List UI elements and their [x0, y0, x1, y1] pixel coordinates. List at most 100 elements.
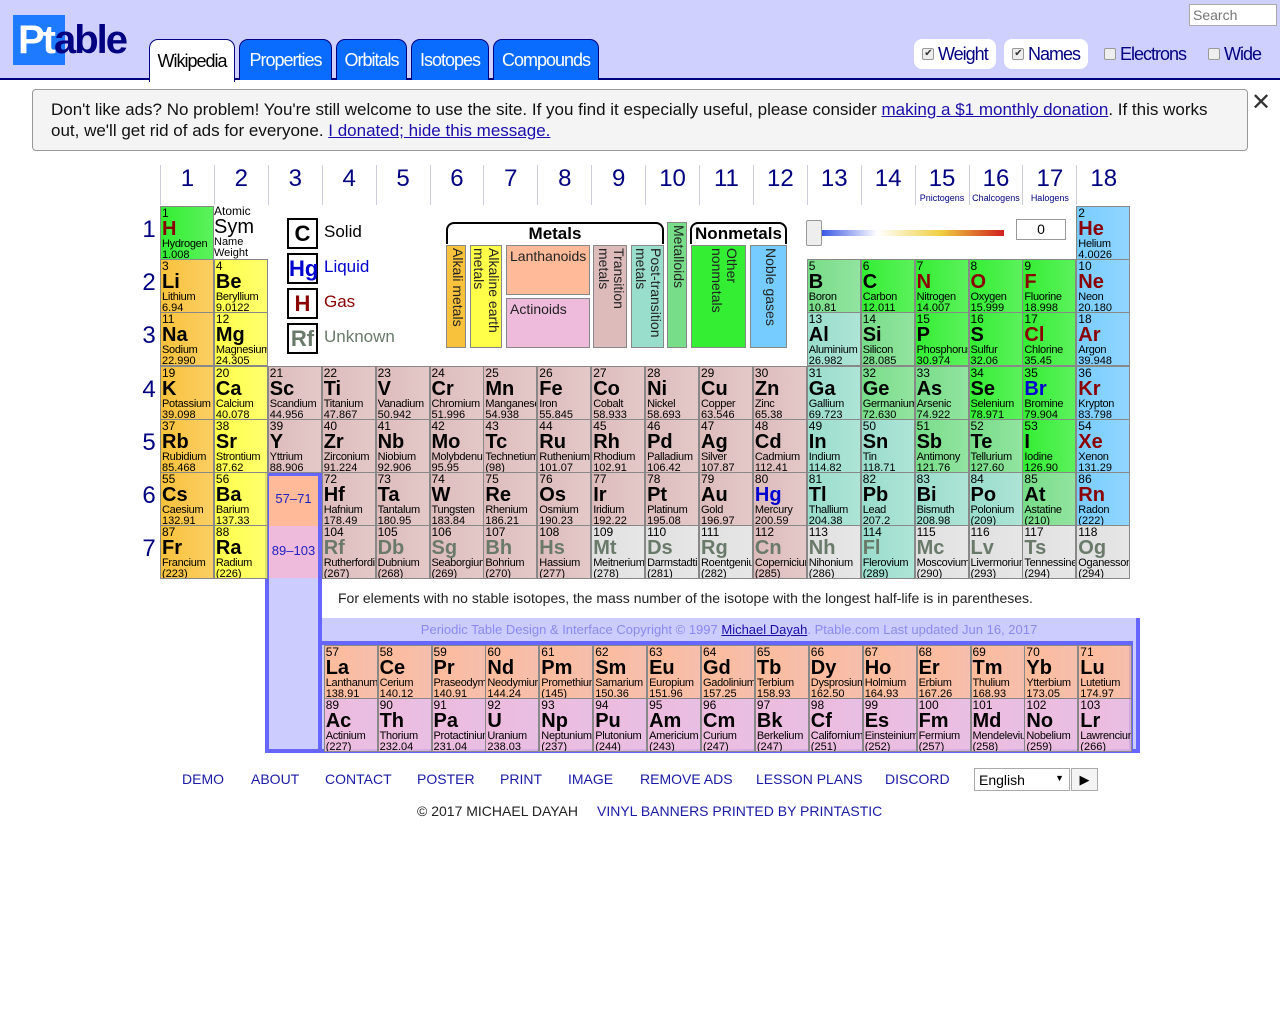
element-iron[interactable]: 26 Fe Iron 55.845 [537, 365, 592, 420]
legend-alkali-metals[interactable]: Alkali metals [446, 245, 466, 348]
element-mendelevium[interactable]: 101MdMendelevium(258) [970, 698, 1025, 752]
element-sodium[interactable]: 11 Na Sodium 22.990 [160, 312, 214, 367]
element-berkelium[interactable]: 97 Bk Berkelium (247) [754, 698, 809, 752]
element-hydrogen[interactable]: 1 H Hydrogen 1.008 [160, 206, 214, 260]
element-praseodymium[interactable]: 59PrPraseodymium140.91 [431, 645, 486, 699]
element-rhenium[interactable]: 75 Re Rhenium 186.21 [483, 472, 538, 526]
element-chromium[interactable]: 24 Cr Chromium 51.996 [429, 365, 484, 420]
element-nihonium[interactable]: 113 Nh Nihonium (286) [806, 525, 861, 580]
element-krypton[interactable]: 36 Kr Krypton 83.798 [1076, 365, 1131, 420]
element-gallium[interactable]: 31 Ga Gallium 69.723 [806, 365, 861, 420]
element-calcium[interactable]: 20 Ca Calcium 40.078 [213, 365, 268, 420]
element-arsenic[interactable]: 33 As Arsenic 74.922 [914, 365, 969, 420]
footer-link-demo[interactable]: DEMO [182, 771, 224, 787]
element-manganese[interactable]: 25 Mn Manganese 54.938 [483, 365, 538, 420]
element-roentgenium[interactable]: 111RgRoentgenium(282) [699, 525, 753, 580]
element-terbium[interactable]: 65 Tb Terbium 158.93 [754, 645, 809, 699]
element-ruthenium[interactable]: 44 Ru Ruthenium 101.07 [537, 418, 592, 473]
footer-link-lesson-plans[interactable]: LESSON PLANS [756, 771, 863, 787]
element-hafnium[interactable]: 72 Hf Hafnium 178.49 [321, 472, 376, 526]
element-hassium[interactable]: 108 Hs Hassium (277) [537, 525, 592, 580]
element-nobelium[interactable]: 102 No Nobelium (259) [1024, 698, 1079, 752]
element-flerovium[interactable]: 114 Fl Flerovium (289) [860, 525, 915, 580]
element-rhodium[interactable]: 45 Rh Rhodium 102.91 [591, 418, 646, 473]
option-electrons[interactable]: Electrons [1096, 39, 1194, 69]
element-neptunium[interactable]: 93 Np Neptunium (237) [539, 698, 594, 752]
option-names[interactable]: ✔ Names [1004, 39, 1089, 69]
element-zirconium[interactable]: 40 Zr Zirconium 91.224 [321, 418, 376, 473]
element-oxygen[interactable]: 8 O Oxygen 15.999 [968, 259, 1023, 314]
element-yttrium[interactable]: 39 Y Yttrium 88.906 [267, 418, 322, 473]
element-sulfur[interactable]: 16 S Sulfur 32.06 [968, 312, 1023, 367]
lanthanides-placeholder[interactable]: 57–71 [269, 476, 318, 526]
element-caesium[interactable]: 55 Cs Caesium 132.91 [160, 472, 214, 526]
legend-alkaline-earth-metals[interactable]: Alkaline earth metals [470, 245, 502, 348]
element-strontium[interactable]: 38 Sr Strontium 87.62 [213, 418, 268, 473]
tab-properties[interactable]: Properties [239, 39, 332, 80]
footer-link-discord[interactable]: DISCORD [885, 771, 950, 787]
element-cobalt[interactable]: 27 Co Cobalt 58.933 [591, 365, 646, 420]
close-icon[interactable]: ✕ [1251, 88, 1271, 117]
element-curium[interactable]: 96 Cm Curium (247) [701, 698, 755, 752]
element-holmium[interactable]: 67 Ho Holmium 164.93 [862, 645, 917, 699]
element-bohrium[interactable]: 107 Bh Bohrium (270) [483, 525, 538, 580]
element-lanthanum[interactable]: 57 La Lanthanum 138.91 [323, 645, 378, 699]
element-scandium[interactable]: 21 Sc Scandium 44.956 [267, 365, 322, 420]
element-beryllium[interactable]: 4 Be Beryllium 9.0122 [213, 259, 268, 314]
element-vanadium[interactable]: 23 V Vanadium 50.942 [375, 365, 430, 420]
element-neodymium[interactable]: 60 Nd Neodymium 144.24 [485, 645, 540, 699]
checkbox-icon[interactable]: ✔ [1012, 48, 1024, 60]
element-magnesium[interactable]: 12 Mg Magnesium 24.305 [213, 312, 268, 367]
tab-orbitals[interactable]: Orbitals [336, 39, 407, 80]
element-tin[interactable]: 50 Sn Tin 118.71 [860, 418, 915, 473]
donation-link[interactable]: making a $1 monthly donation [882, 100, 1109, 119]
footer-link-about[interactable]: ABOUT [251, 771, 299, 787]
element-thallium[interactable]: 81 Tl Thallium 204.38 [806, 472, 861, 526]
hide-message-link[interactable]: I donated; hide this message. [328, 121, 550, 140]
element-lawrencium[interactable]: 103 Lr Lawrencium (266) [1078, 698, 1133, 752]
element-seaborgium[interactable]: 106 Sg Seaborgium (269) [429, 525, 484, 580]
actinides-placeholder[interactable]: 89–103 [269, 526, 318, 578]
element-actinium[interactable]: 89 Ac Actinium (227) [323, 698, 378, 752]
footer-link-remove-ads[interactable]: REMOVE ADS [640, 771, 733, 787]
element-molybdenum[interactable]: 42MoMolybdenum95.95 [429, 418, 484, 473]
element-potassium[interactable]: 19 K Potassium 39.098 [160, 365, 214, 420]
author-link[interactable]: Michael Dayah [721, 622, 807, 637]
element-gadolinium[interactable]: 64 Gd Gadolinium 157.25 [701, 645, 755, 699]
element-argon[interactable]: 18 Ar Argon 39.948 [1076, 312, 1131, 367]
element-livermorium[interactable]: 116 Lv Livermorium (293) [968, 525, 1023, 580]
element-lead[interactable]: 82 Pb Lead 207.2 [860, 472, 915, 526]
element-uranium[interactable]: 92 U Uranium 238.03 [485, 698, 540, 752]
element-dysprosium[interactable]: 66 Dy Dysprosium 162.50 [808, 645, 863, 699]
element-samarium[interactable]: 62 Sm Samarium 150.36 [593, 645, 648, 699]
element-titanium[interactable]: 22 Ti Titanium 47.867 [321, 365, 376, 420]
tab-wikipedia[interactable]: Wikipedia [149, 39, 235, 82]
checkbox-icon[interactable]: ✔ [922, 48, 934, 60]
element-antimony[interactable]: 51 Sb Antimony 121.76 [914, 418, 969, 473]
element-europium[interactable]: 63 Eu Europium 151.96 [647, 645, 702, 699]
legend-actinoids[interactable]: Actinoids [506, 298, 590, 348]
footer-link-image[interactable]: IMAGE [568, 771, 613, 787]
search-input[interactable] [1189, 4, 1277, 26]
element-lithium[interactable]: 3 Li Lithium 6.94 [160, 259, 214, 314]
element-nitrogen[interactable]: 7 N Nitrogen 14.007 [914, 259, 969, 314]
element-promethium[interactable]: 61 Pm Promethium (145) [539, 645, 594, 699]
element-dubnium[interactable]: 105 Db Dubnium (268) [375, 525, 430, 580]
legend-noble-gases[interactable]: Noble gases [750, 245, 787, 348]
element-iridium[interactable]: 77 Ir Iridium 192.22 [591, 472, 646, 526]
element-thulium[interactable]: 69 Tm Thulium 168.93 [970, 645, 1025, 699]
temperature-slider-track[interactable] [814, 230, 1004, 236]
element-plutonium[interactable]: 94 Pu Plutonium (244) [593, 698, 648, 752]
element-silicon[interactable]: 14 Si Silicon 28.085 [860, 312, 915, 367]
language-select[interactable]: English ▼ [974, 768, 1070, 791]
element-zinc[interactable]: 30 Zn Zinc 65.38 [752, 365, 807, 420]
option-wide[interactable]: Wide [1200, 39, 1269, 69]
element-barium[interactable]: 56 Ba Barium 137.33 [213, 472, 268, 526]
element-protactinium[interactable]: 91 Pa Protactinium 231.04 [431, 698, 486, 752]
checkbox-icon[interactable] [1104, 48, 1116, 60]
element-darmstadtium[interactable]: 110DsDarmstadtium(281) [645, 525, 700, 580]
temperature-slider-handle[interactable] [806, 220, 822, 246]
element-radium[interactable]: 88 Ra Radium (226) [213, 525, 268, 580]
element-gold[interactable]: 79 Au Gold 196.97 [699, 472, 753, 526]
element-iodine[interactable]: 53 I Iodine 126.90 [1022, 418, 1077, 473]
